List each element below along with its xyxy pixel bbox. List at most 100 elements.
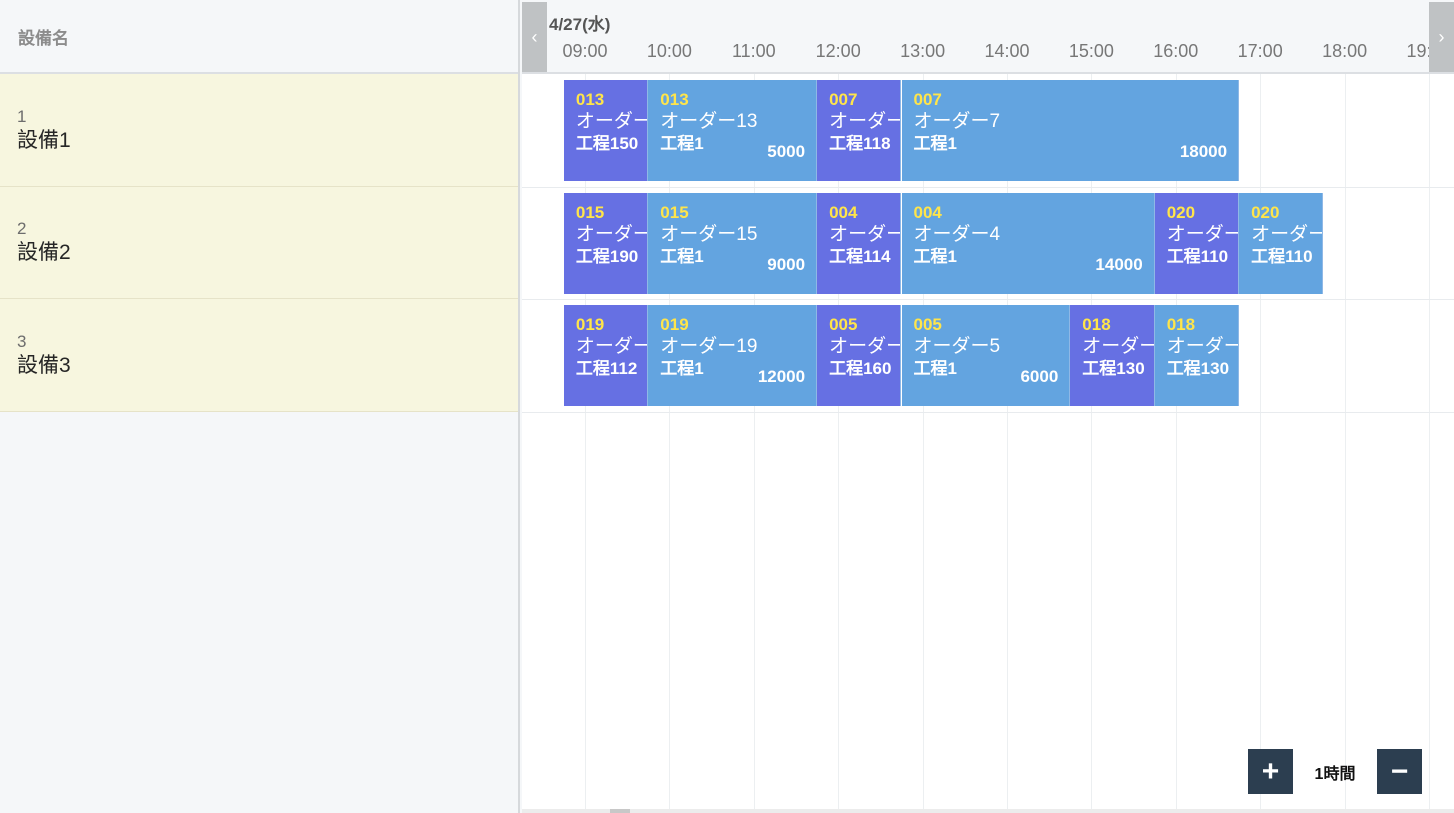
row-divider bbox=[522, 186, 1454, 188]
job-event[interactable]: 019 オーダー19 工程1 12000 bbox=[648, 305, 818, 406]
setup-event[interactable]: 004オーダー4工程114 bbox=[817, 192, 902, 294]
resource-column-header: 設備名 bbox=[0, 0, 518, 74]
job-event[interactable]: 015 オーダー15 工程1 9000 bbox=[648, 192, 818, 294]
event-process: 工程190 bbox=[575, 246, 639, 266]
event-process: 工程110 bbox=[1251, 246, 1313, 266]
job-event[interactable]: 013 オーダー13 工程1 5000 bbox=[648, 80, 818, 181]
event-code: 013 bbox=[660, 90, 689, 109]
event-order: オーダー18 bbox=[1166, 336, 1238, 357]
event-code: 018 bbox=[1166, 315, 1196, 334]
resource-id: 3 bbox=[17, 331, 27, 351]
scale-control: + 1時間 − bbox=[1248, 749, 1422, 794]
hour-label: 15:00 bbox=[1068, 41, 1114, 61]
event-order: オーダー5 bbox=[829, 336, 900, 357]
event-code: 005 bbox=[913, 315, 942, 334]
event-code: 015 bbox=[575, 202, 605, 222]
scale-label: 1時間 bbox=[1314, 765, 1356, 783]
event-order: オーダー19 bbox=[575, 336, 647, 357]
event-order: オーダー18 bbox=[1082, 336, 1153, 357]
hour-grid-line bbox=[585, 74, 586, 813]
resource-name: 設備2 bbox=[17, 241, 71, 265]
event-order: オーダー15 bbox=[575, 223, 647, 245]
horizontal-scrollbar[interactable] bbox=[522, 809, 1454, 813]
hour-grid-line bbox=[753, 74, 755, 813]
event-order: オーダー20 bbox=[1251, 223, 1322, 245]
hour-grid-line bbox=[1260, 74, 1262, 813]
resource-row[interactable]: 3 設備3 bbox=[0, 299, 518, 412]
hour-grid-line bbox=[1175, 74, 1177, 813]
hour-label: 12:00 bbox=[815, 41, 861, 61]
scrollbar-thumb[interactable] bbox=[610, 809, 630, 813]
event-code: 018 bbox=[1082, 315, 1111, 334]
event-code: 013 bbox=[575, 90, 605, 109]
setup-event[interactable]: 005 オーダー5 工程160 bbox=[817, 305, 902, 406]
event-order: オーダー4 bbox=[913, 223, 1001, 245]
event-order: オーダー7 bbox=[829, 111, 900, 132]
time-header: 4/27(水) ‹ 09:00 10:00 11:00 12:00 13:00 14:00… bbox=[522, 0, 1454, 74]
event-order: オーダー15 bbox=[660, 223, 758, 245]
event-process: 工程110 bbox=[1166, 246, 1229, 266]
hour-grid-line bbox=[1429, 74, 1430, 813]
resource-row[interactable]: 1 設備1 bbox=[0, 74, 518, 187]
hour-label: 14:00 bbox=[984, 41, 1030, 61]
event-code: 007 bbox=[829, 90, 858, 109]
event-code: 020 bbox=[1166, 202, 1196, 222]
hour-grid-line bbox=[1007, 74, 1008, 813]
event-quantity: 12000 bbox=[757, 367, 806, 386]
resource-list: 1 設備1 2 設備2 3 設備3 bbox=[0, 74, 518, 412]
setup-event[interactable]: 019 オーダー19 工程112 bbox=[563, 305, 649, 406]
setup-event[interactable]: 020オーダー20工程110 bbox=[1154, 192, 1240, 294]
row-divider bbox=[522, 411, 1454, 413]
job-event[interactable]: 018 オーダー18 工程130 bbox=[1154, 305, 1240, 406]
event-quantity: 5000 bbox=[767, 142, 806, 161]
resource-id: 2 bbox=[17, 219, 27, 239]
chevron-right-icon: › bbox=[1438, 26, 1445, 47]
event-code: 007 bbox=[913, 90, 942, 109]
event-process: 工程118 bbox=[829, 134, 891, 153]
event-order: オーダー13 bbox=[575, 111, 647, 132]
resource-name: 設備3 bbox=[17, 353, 71, 377]
prev-button[interactable]: ‹ bbox=[522, 2, 547, 72]
setup-event[interactable]: 013 オーダー13 工程150 bbox=[563, 80, 649, 181]
event-process: 工程112 bbox=[575, 359, 638, 378]
resource-name: 設備1 bbox=[17, 128, 71, 152]
date-label: 4/27(水) bbox=[549, 15, 611, 34]
row-divider bbox=[522, 299, 1454, 300]
event-order: オーダー7 bbox=[913, 111, 1001, 132]
setup-event[interactable]: 015オーダー15工程190 bbox=[563, 192, 649, 294]
event-quantity: 6000 bbox=[1020, 367, 1059, 386]
event-order: オーダー4 bbox=[829, 223, 900, 245]
hour-grid-line bbox=[1344, 74, 1346, 813]
chevron-left-icon: ‹ bbox=[531, 26, 538, 47]
event-order: オーダー13 bbox=[660, 111, 758, 132]
event-process: 工程130 bbox=[1166, 359, 1230, 378]
event-quantity: 9000 bbox=[767, 254, 806, 274]
zoom-in-button[interactable]: + bbox=[1248, 749, 1293, 794]
hour-label: 16:00 bbox=[1153, 41, 1199, 61]
hour-grid-line bbox=[838, 74, 840, 813]
event-quantity: 18000 bbox=[1179, 142, 1228, 161]
event-code: 019 bbox=[660, 315, 689, 334]
setup-event[interactable]: 018 オーダー18 工程130 bbox=[1070, 305, 1155, 406]
job-event[interactable]: 005 オーダー5 工程1 6000 bbox=[901, 305, 1071, 406]
job-event[interactable]: 004 オーダー4 工程1 14000 bbox=[901, 192, 1155, 294]
job-event[interactable]: 020オーダー20工程110 bbox=[1239, 192, 1324, 294]
minus-icon: − bbox=[1390, 754, 1409, 788]
resource-row[interactable]: 2 設備2 bbox=[0, 186, 518, 299]
hour-label: 18:00 bbox=[1322, 41, 1368, 61]
event-code: 015 bbox=[660, 202, 689, 222]
event-code: 005 bbox=[829, 315, 858, 334]
hour-grid-line bbox=[669, 74, 671, 813]
zoom-out-button[interactable]: − bbox=[1377, 749, 1422, 794]
scheduler-app: 設備名 1設備12設備23設備3 013オーダー13工程150013オーダー13… bbox=[0, 0, 1454, 813]
resource-id: 1 bbox=[17, 106, 27, 126]
next-button[interactable]: › bbox=[1429, 2, 1454, 72]
event-process: 工程160 bbox=[829, 359, 892, 378]
event-order: オーダー5 bbox=[913, 336, 1001, 357]
setup-event[interactable]: 007 オーダー7 工程118 bbox=[817, 80, 902, 181]
hour-grid-line bbox=[1091, 74, 1093, 813]
event-code: 004 bbox=[913, 202, 942, 222]
job-event[interactable]: 007 オーダー7 工程1 18000 bbox=[901, 80, 1240, 181]
hour-label: 10:00 bbox=[646, 41, 692, 61]
hour-label: 11:00 bbox=[731, 41, 776, 61]
